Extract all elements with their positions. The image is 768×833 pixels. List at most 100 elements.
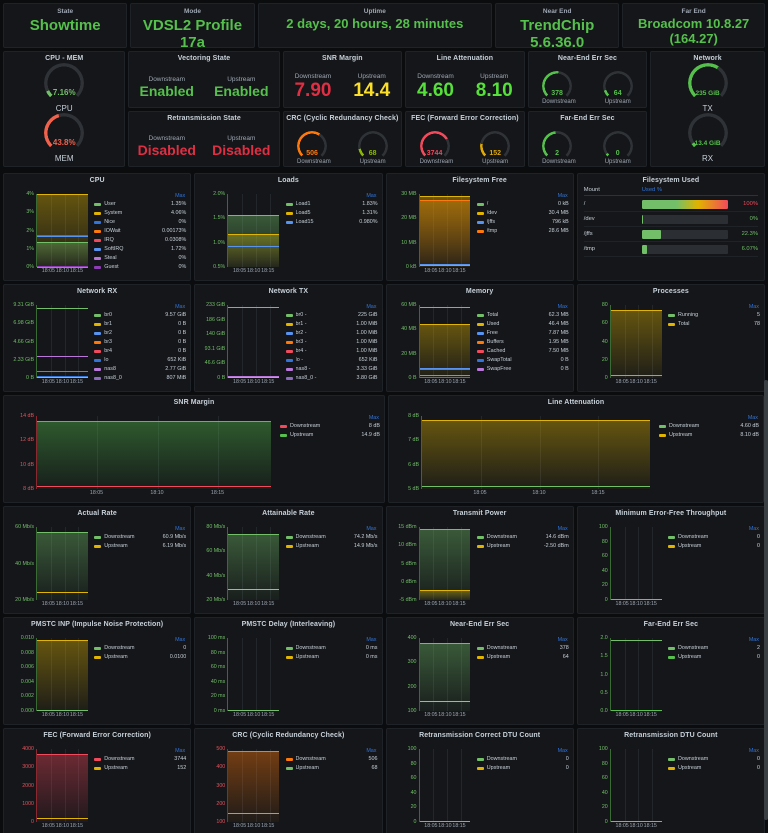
panel-memory[interactable]: Memory 0 B 20 MB 40 MB 60 MB 18:05 18:10 18:15 M… — [385, 284, 574, 392]
panel-processes[interactable]: Processes 0 20 40 60 80 18:05 18:10 18:15 Max Runn… — [576, 284, 765, 392]
panel-retxdtu[interactable]: Retransmission DTU Count 0 20 40 60 80 100 18:0… — [576, 728, 765, 833]
legend-max-header[interactable]: Max — [94, 526, 186, 532]
legend-item[interactable]: Upstream 0 — [668, 542, 760, 551]
panel-network[interactable]: Network 235 GiB TX 13.4 GiB RX — [650, 51, 766, 167]
legend-item[interactable]: Load15 0.980% — [285, 218, 378, 227]
plot-area[interactable]: 8 dB 10 dB 12 dB 14 dB 18:05 18:10 18:15 — [6, 408, 280, 500]
legend-item[interactable]: Upstream 152 — [94, 764, 186, 773]
legend-item[interactable]: Upstream 8.10 dB — [659, 431, 759, 440]
panel-atten[interactable]: Line Attenuation 5 dB 6 dB 7 dB 8 dB 18:05 18:… — [388, 395, 764, 503]
panel-vectoring-state[interactable]: Vectoring State Downstream Enabled Upstr… — [128, 51, 280, 108]
legend-item[interactable]: Load5 1.31% — [285, 209, 378, 218]
panel-crc-stat[interactable]: CRC (Cyclic Redundancy Check) 506 Downstr… — [282, 110, 403, 167]
legend-max-header[interactable]: Max — [286, 748, 378, 754]
fec-downstream[interactable]: 3744 Downstream — [419, 130, 453, 165]
legend-item[interactable]: /jffs 796 kB — [476, 218, 569, 227]
legend-max-header[interactable]: Max — [668, 637, 760, 643]
table-row[interactable]: /tmp 6.07% — [583, 242, 758, 257]
legend-item[interactable]: br3 - 1.00 MiB — [285, 338, 378, 347]
legend-item[interactable]: SoftIRQ 1.72% — [94, 245, 186, 254]
legend-item[interactable]: lo - 652 KiB — [285, 356, 378, 365]
table-row[interactable]: /dev 0% — [583, 212, 758, 227]
panel-snr-margin-stat[interactable]: SNR Margin Downstream 7.90 Upstream 14.4 — [282, 51, 403, 108]
legend-item[interactable]: Cached 7.50 MB — [476, 347, 569, 356]
gauge-mem[interactable]: 43.8% MEM — [44, 113, 85, 163]
gauge-cpu[interactable]: 7.16% CPU — [44, 63, 85, 113]
legend-item[interactable]: Upstream 14.9 dB — [280, 431, 380, 440]
legend-item[interactable]: Upstream 0 — [668, 653, 760, 662]
panel-actualrate[interactable]: Actual Rate 20 Mb/s 40 Mb/s 60 Mb/s 18:05 18:… — [3, 506, 192, 614]
panel-crc[interactable]: CRC (Cyclic Redundancy Check) 100 200 300 40… — [194, 728, 383, 833]
legend-item[interactable]: br3 0 B — [94, 338, 186, 347]
table-row[interactable]: / 100% — [583, 197, 758, 212]
legend-item[interactable]: nas8 - 3.33 GiB — [285, 365, 378, 374]
legend-item[interactable]: IOWait 0.00173% — [94, 227, 186, 236]
legend-item[interactable]: /dev 30.4 MB — [476, 209, 569, 218]
gauge-network-tx[interactable]: 235 GiB TX — [687, 63, 728, 113]
stat-panel-far-end[interactable]: Far End Broadcom 10.8.27 (164.27) — [622, 3, 765, 48]
legend-item[interactable]: Downstream 0 — [668, 533, 760, 542]
gauge-network-rx[interactable]: 13.4 GiB RX — [687, 113, 728, 163]
legend-item[interactable]: Downstream 0 ms — [285, 644, 378, 653]
legend-item[interactable]: Downstream 0 — [476, 755, 569, 764]
legend-max-header[interactable]: Max — [659, 415, 759, 421]
panel-loads[interactable]: Loads 0.5% 1.0% 1.5% 2.0% 18:05 18:10 18:15 Max L… — [194, 173, 383, 281]
legend-max-header[interactable]: Max — [286, 304, 378, 310]
legend-item[interactable]: Upstream -2.50 dBm — [476, 542, 569, 551]
legend-item[interactable]: User 1.35% — [94, 200, 186, 209]
legend-max-header[interactable]: Max — [668, 748, 760, 754]
legend-item[interactable]: Total 62.3 MB — [476, 311, 569, 320]
legend-max-header[interactable]: Max — [286, 526, 378, 532]
panel-mineft[interactable]: Minimum Error-Free Throughput 0 20 40 60 80 10… — [576, 506, 765, 614]
legend-item[interactable]: System 4.06% — [94, 209, 186, 218]
legend-item[interactable]: Downstream 506 — [285, 755, 378, 764]
legend-item[interactable]: / 0 kB — [476, 200, 569, 209]
plot-area[interactable]: 20 Mb/s 40 Mb/s 60 Mb/s 18:05 18:10 18:15 — [6, 519, 94, 611]
legend-item[interactable]: Downstream 0 — [668, 755, 760, 764]
legend-item[interactable]: Upstream 6.19 Mb/s — [94, 542, 186, 551]
panel-cpu-mem[interactable]: CPU - MEM 7.16% CPU 43.8% MEM — [3, 51, 126, 167]
legend-item[interactable]: Load1 1.83% — [285, 200, 378, 209]
fec-upstream[interactable]: 152 Upstream — [480, 130, 511, 165]
stat-panel-mode[interactable]: Mode VDSL2 Profile 17a — [130, 3, 255, 48]
legend-item[interactable]: Total 78 — [668, 320, 760, 329]
stat-panel-uptime[interactable]: Uptime 2 days, 20 hours, 28 minutes — [257, 3, 493, 48]
stat-panel-state[interactable]: State Showtime — [3, 3, 128, 48]
legend-item[interactable]: /tmp 28.6 MB — [476, 227, 569, 236]
farend-upstream[interactable]: 0 Upstream — [602, 130, 633, 165]
legend-item[interactable]: br1 - 1.00 MiB — [285, 320, 378, 329]
legend-item[interactable]: Downstream 14.6 dBm — [476, 533, 569, 542]
crc-upstream[interactable]: 68 Upstream — [357, 130, 388, 165]
legend-item[interactable]: br1 0 B — [94, 320, 186, 329]
panel-snr[interactable]: SNR Margin 8 dB 10 dB 12 dB 14 dB 18:05 18:10 1… — [3, 395, 385, 503]
plot-area[interactable]: 0 kB 10 MB 20 MB 30 MB 18:05 18:10 18:15 — [389, 186, 477, 278]
plot-area[interactable]: 0.0 0.5 1.0 1.5 2.0 18:05 18:10 18:15 — [580, 630, 668, 722]
panel-filesystem-used[interactable]: Filesystem Used Mount Used % / 100% /dev 0% /jf… — [576, 173, 765, 281]
plot-area[interactable]: 0 20 40 60 80 100 18:05 18:10 18:15 — [389, 741, 477, 833]
panel-fec-stat[interactable]: FEC (Forward Error Correction) 3744 Downs… — [405, 110, 525, 167]
legend-item[interactable]: Downstream 0 — [94, 644, 186, 653]
panel-fsfree[interactable]: Filesystem Free 0 kB 10 MB 20 MB 30 MB 18:05 1… — [385, 173, 574, 281]
legend-max-header[interactable]: Max — [477, 193, 569, 199]
panel-near-end-err-sec-stat[interactable]: Near-End Err Sec 378 Downstream 64 Upstream — [527, 51, 648, 108]
plot-area[interactable]: 0.5% 1.0% 1.5% 2.0% 18:05 18:10 18:15 — [197, 186, 285, 278]
legend-item[interactable]: Upstream 0 — [668, 764, 760, 773]
stat-panel-near-end[interactable]: Near End TrendChip 5.6.36.0 — [495, 3, 620, 48]
plot-area[interactable]: 0 ms 20 ms 40 ms 60 ms 80 ms 100 ms 18:05 18:10… — [197, 630, 285, 722]
plot-area[interactable]: 0 20 40 60 80 100 18:05 18:10 18:15 — [580, 741, 668, 833]
table-row[interactable]: /jffs 22.3% — [583, 227, 758, 242]
legend-max-header[interactable]: Max — [94, 193, 186, 199]
legend-max-header[interactable]: Max — [477, 748, 569, 754]
legend-item[interactable]: Upstream 14.9 Mb/s — [285, 542, 378, 551]
plot-area[interactable]: 0 1000 2000 3000 4000 18:05 18:10 18:15 — [6, 741, 94, 833]
legend-item[interactable]: Steal 0% — [94, 254, 186, 263]
panel-pmstcinp[interactable]: PMSTC INP (Impulse Noise Protection) 0.00… — [3, 617, 192, 725]
legend-item[interactable]: Buffers 1.95 MB — [476, 338, 569, 347]
panel-cpu[interactable]: CPU 0% 1% 2% 3% 4% 18:05 18:10 18:15 Max User 1.35%… — [3, 173, 192, 281]
legend-item[interactable]: Downstream 4.60 dB — [659, 422, 759, 431]
legend-item[interactable]: Downstream 2 — [668, 644, 760, 653]
legend-item[interactable]: Downstream 74.2 Mb/s — [285, 533, 378, 542]
legend-item[interactable]: br4 - 1.00 MiB — [285, 347, 378, 356]
legend-max-header[interactable]: Max — [286, 637, 378, 643]
legend-max-header[interactable]: Max — [477, 637, 569, 643]
